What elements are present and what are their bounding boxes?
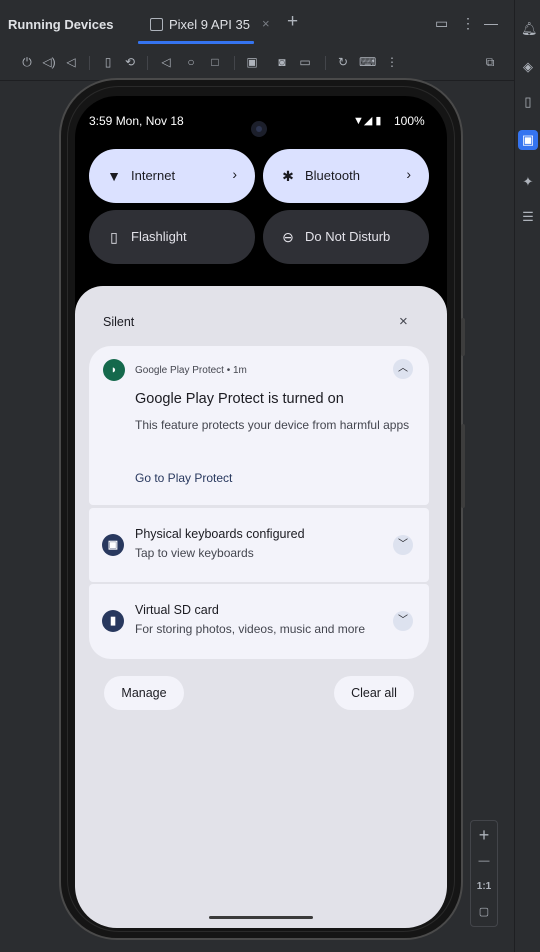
ide-tab-bar: Running Devices Pixel 9 API 35 × + ▭ ⋮ — (0, 0, 514, 44)
section-title: Silent (103, 315, 135, 329)
zoom-out-button[interactable]: — (471, 855, 497, 867)
more-options-icon[interactable]: ⋮ (461, 15, 475, 32)
device-settings-icon[interactable]: ▣ (244, 54, 260, 70)
status-time-date: 3:59 Mon, Nov 18 (89, 114, 184, 128)
notification-play-protect[interactable]: ◗ Google Play Protect • 1m ︿ Google Play… (89, 346, 429, 505)
battery-percent: 100% (394, 114, 425, 128)
fold-icon[interactable]: ▯ (100, 54, 116, 70)
notification-keyboards[interactable]: ▣ Physical keyboards configured Tap to v… (89, 508, 429, 582)
structure-icon[interactable]: ☰ (521, 210, 535, 224)
active-tab-indicator (138, 41, 254, 44)
bluetooth-icon: ✱ (282, 168, 294, 184)
gesture-nav-handle[interactable] (209, 916, 313, 919)
power-icon[interactable]: ⏻ (19, 54, 35, 70)
device-manager-icon[interactable]: ▯ (521, 95, 535, 109)
toolbar-more-icon[interactable]: ⋮ (384, 54, 400, 70)
camera-cutout (251, 121, 267, 137)
sd-card-icon: ▮ (102, 610, 124, 632)
gradle-icon[interactable]: ◈ (521, 60, 535, 74)
tile-flashlight[interactable]: ▯ Flashlight (89, 210, 255, 264)
toolbar-divider (325, 56, 326, 70)
back-icon[interactable]: ◁ (158, 54, 174, 70)
tile-bluetooth-label: Bluetooth (305, 168, 360, 183)
notification-title: Google Play Protect is turned on (135, 391, 344, 407)
device-icon (150, 18, 163, 31)
device-toolbar: ⏻ ◁) ◁ ▯ ⟲ ◁ ○ □ ▣ ◙ ▭ ↻ ⌨ ⋮ ⧉ (0, 48, 514, 76)
toolbar-divider (234, 56, 235, 70)
tile-dnd-label: Do Not Disturb (305, 229, 391, 244)
keyboard-icon[interactable]: ⌨ (359, 54, 376, 70)
zoom-fit-icon[interactable]: ▢ (471, 905, 497, 918)
notification-title: Virtual SD card (135, 603, 219, 617)
collapse-chevron-up-icon[interactable]: ︿ (393, 359, 413, 379)
manage-button[interactable]: Manage (104, 676, 184, 710)
add-device-button[interactable]: + (287, 12, 298, 31)
shield-icon: ◗ (103, 359, 125, 381)
tile-bluetooth[interactable]: ✱ Bluetooth › (263, 149, 429, 203)
minimize-icon[interactable]: — (484, 15, 498, 31)
notification-body: This feature protects your device from h… (135, 418, 410, 432)
tile-internet-label: Internet (131, 168, 176, 183)
panel-title: Running Devices (8, 17, 114, 32)
notification-sd-card[interactable]: ▮ Virtual SD card For storing photos, vi… (89, 584, 429, 659)
overview-icon[interactable]: □ (207, 54, 223, 70)
go-to-play-protect-button[interactable]: Go to Play Protect (135, 471, 232, 485)
close-section-icon[interactable]: × (399, 313, 408, 330)
tile-internet[interactable]: ▼ Internet › (89, 149, 255, 203)
wifi-icon: ▼ (107, 168, 121, 184)
expand-chevron-down-icon[interactable]: ﹀ (393, 535, 413, 555)
notification-shade: Silent × ◗ Google Play Protect • 1m ︿ Go… (75, 286, 447, 928)
keyboard-app-icon: ▣ (102, 534, 124, 556)
toolbar-divider (89, 56, 90, 70)
rotate-icon[interactable]: ⟲ (122, 54, 138, 70)
running-devices-icon[interactable]: ▣ (518, 130, 538, 150)
tool-window-strip: 🔔︎ ◈ ▯ ▣ ✦ ☰ (514, 0, 540, 952)
toolbar-divider (147, 56, 148, 70)
clear-all-button[interactable]: Clear all (334, 676, 414, 710)
volume-up-icon[interactable]: ◁) (41, 54, 57, 70)
volume-side-button (461, 424, 465, 508)
do-not-disturb-icon: ⊖ (282, 229, 294, 245)
gemini-icon[interactable]: ✦ (521, 175, 535, 189)
home-icon[interactable]: ○ (183, 54, 199, 70)
chevron-right-icon: › (232, 166, 237, 182)
power-side-button (461, 318, 465, 356)
notification-title: Physical keyboards configured (135, 527, 305, 541)
device-explorer-icon[interactable]: ⧉ (482, 54, 498, 70)
tab-device[interactable]: Pixel 9 API 35 (150, 17, 250, 32)
zoom-in-button[interactable]: + (471, 825, 497, 846)
tab-close-icon[interactable]: × (262, 16, 270, 31)
screen-record-icon[interactable]: ▭ (297, 54, 313, 70)
notification-body: Tap to view keyboards (135, 546, 254, 560)
tile-do-not-disturb[interactable]: ⊖ Do Not Disturb (263, 210, 429, 264)
chevron-right-icon: › (406, 166, 411, 182)
tile-flashlight-label: Flashlight (131, 229, 187, 244)
notification-app-name: Google Play Protect • 1m (135, 365, 247, 376)
expand-chevron-down-icon[interactable]: ﹀ (393, 611, 413, 631)
notifications-icon[interactable]: 🔔︎ (521, 22, 538, 36)
snapshot-icon[interactable]: ↻ (335, 54, 351, 70)
zoom-controls: + — 1:1 ▢ (470, 820, 498, 927)
tab-device-label: Pixel 9 API 35 (169, 17, 250, 32)
screenshot-icon[interactable]: ◙ (274, 54, 290, 70)
notification-body: For storing photos, videos, music and mo… (135, 622, 366, 636)
zoom-actual-size-button[interactable]: 1:1 (471, 881, 497, 892)
flashlight-icon: ▯ (110, 229, 118, 245)
signal-battery-icons: ▼◢ ▮ (353, 115, 382, 127)
device-screen[interactable]: 3:59 Mon, Nov 18 ▼◢ ▮ 100% ▼ Internet › … (75, 96, 447, 928)
volume-down-icon[interactable]: ◁ (63, 54, 79, 70)
restore-window-icon[interactable]: ▭ (435, 15, 448, 32)
